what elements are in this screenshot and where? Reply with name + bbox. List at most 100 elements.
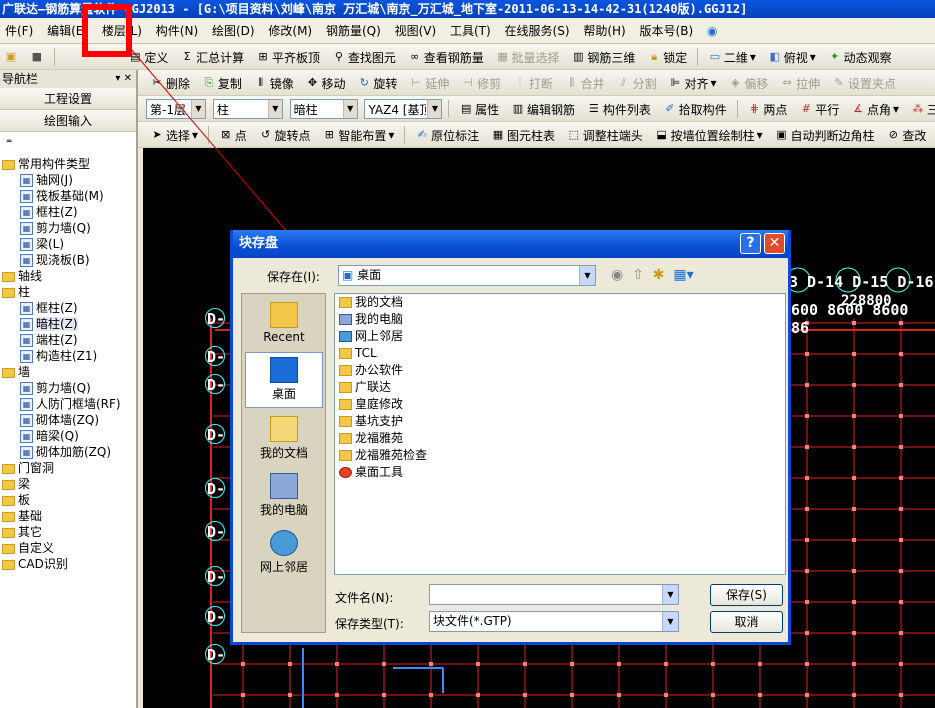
smart-layout-dropdown[interactable]: ⊞ 智能布置 ▾ (318, 123, 398, 147)
properties-button[interactable]: ▤ 属性 (455, 97, 503, 121)
mirror-button[interactable]: ⫴ 镜像 (250, 71, 298, 95)
new-folder-icon[interactable]: ✱ (653, 267, 665, 283)
tree-item[interactable]: ▦ 剪力墙(Q) (0, 220, 136, 236)
align-dropdown[interactable]: ⊫ 对齐 ▾ (664, 71, 720, 95)
adjust-column-end-button[interactable]: ⬚ 调整柱端头 (563, 123, 647, 147)
batch-select-button[interactable]: ▦ 批量选择 (492, 45, 564, 69)
draw-by-wall-button[interactable]: ⬓ 按墙位置绘制柱 ▾ (651, 123, 767, 147)
extend-button[interactable]: ⊢ 延伸 (405, 71, 453, 95)
menu-online[interactable]: 在线服务(S) (500, 18, 575, 43)
menu-modify[interactable]: 修改(M) (263, 18, 317, 43)
merge-button[interactable]: ⫼ 合并 (561, 71, 609, 95)
project-settings-button[interactable]: 工程设置 (0, 88, 136, 110)
view-rebar-button[interactable]: ∞ 查看钢筋量 (404, 45, 488, 69)
open-folder-button[interactable]: ▣ (0, 45, 22, 69)
menu-version[interactable]: 版本号(B) (635, 18, 699, 43)
menu-view[interactable]: 视图(V) (390, 18, 442, 43)
pin-icon[interactable]: ▾ (115, 73, 120, 84)
tree-item[interactable]: 板 (0, 492, 136, 508)
file-item[interactable]: 我的文档 (335, 294, 785, 311)
tree-item[interactable]: 基础 (0, 508, 136, 524)
tree-item[interactable]: 梁 (0, 476, 136, 492)
tree-item[interactable]: 柱 (0, 284, 136, 300)
auto-corner-column-button[interactable]: ▣ 自动判断边角柱 (771, 123, 879, 147)
close-button[interactable]: ✕ (764, 233, 785, 254)
select-dropdown[interactable]: ➤ 选择 ▾ (146, 123, 202, 147)
back-icon[interactable]: ◉ (611, 267, 623, 283)
tree-item[interactable]: ▦ 暗柱(Z) (0, 316, 136, 332)
stretch-button[interactable]: ⇔ 拉伸 (776, 71, 824, 95)
copy-button[interactable]: ⎘ 复制 (198, 71, 246, 95)
dynamic-observe-button[interactable]: ✦ 动态观察 (824, 45, 896, 69)
parallel-button[interactable]: # 平行 (795, 97, 843, 121)
place-network[interactable]: 网上邻居 (245, 526, 323, 582)
tree-item[interactable]: ▦ 梁(L) (0, 236, 136, 252)
save-toolbar-button[interactable]: ■ (26, 45, 48, 69)
menu-help[interactable]: 帮助(H) (578, 18, 630, 43)
filetype-select[interactable]: 块文件(*.GTP) ▼ (429, 611, 679, 632)
rotate-button[interactable]: ↻ 旋转 (353, 71, 401, 95)
drawing-input-button[interactable]: 绘图输入 (0, 110, 136, 132)
menu-rebar-quantity[interactable]: 钢筋量(Q) (321, 18, 386, 43)
in-place-annotation-button[interactable]: ✍ 原位标注 (411, 123, 483, 147)
tree-item[interactable]: ▦ 端柱(Z) (0, 332, 136, 348)
close-icon[interactable]: ✕ (124, 73, 132, 84)
tree-item[interactable]: CAD识别 (0, 556, 136, 572)
menu-component[interactable]: 构件(N) (151, 18, 203, 43)
find-element-button[interactable]: ⚲ 查找图元 (328, 45, 400, 69)
column-table-button[interactable]: ▦ 图元柱表 (487, 123, 559, 147)
tree-item[interactable]: ▦ 暗梁(Q) (0, 428, 136, 444)
tree-item[interactable]: 其它 (0, 524, 136, 540)
offset-button[interactable]: ◈ 偏移 (724, 71, 772, 95)
set-grip-button[interactable]: ✎ 设置夹点 (828, 71, 900, 95)
tree-item[interactable]: 自定义 (0, 540, 136, 556)
collapse-icon[interactable]: ⁼ (6, 136, 12, 150)
place-desktop[interactable]: 桌面 (245, 352, 323, 408)
tree-item[interactable]: 门窗洞 (0, 460, 136, 476)
point-button[interactable]: ⊠ 点 (215, 123, 251, 147)
floor-select[interactable]: 第-1层 ▼ (146, 99, 206, 119)
tree-item[interactable]: ▦ 框柱(Z) (0, 300, 136, 316)
file-item[interactable]: 皇庭修改 (335, 396, 785, 413)
tree-item[interactable]: 轴线 (0, 268, 136, 284)
place-recent[interactable]: Recent (245, 298, 323, 354)
flush-slab-top-button[interactable]: ⊞ 平齐板顶 (252, 45, 324, 69)
tree-item[interactable]: ▦ 剪力墙(Q) (0, 380, 136, 396)
subtype-select[interactable]: 暗柱 ▼ (289, 99, 358, 119)
file-item[interactable]: 网上邻居 (335, 328, 785, 345)
file-item[interactable]: TCL (335, 345, 785, 362)
help-globe-icon[interactable]: ◉ (702, 18, 722, 43)
move-button[interactable]: ✥ 移动 (302, 71, 350, 95)
save-in-dropdown[interactable]: ▣ 桌面 ▼ (338, 265, 596, 286)
up-folder-icon[interactable]: ⇧ (632, 267, 644, 283)
view-menu-icon[interactable]: ▦▾ (673, 267, 693, 283)
break-button[interactable]: ⫶ 打断 (509, 71, 557, 95)
component-select[interactable]: YAZ4 [基顶 ▼ (364, 99, 443, 119)
menu-file[interactable]: 件(F) (0, 18, 38, 43)
tree-item[interactable]: ▦ 现浇板(B) (0, 252, 136, 268)
two-point-button[interactable]: ⋕ 两点 (743, 97, 791, 121)
menu-draw[interactable]: 绘图(D) (207, 18, 260, 43)
rebar-3d-button[interactable]: ▥ 钢筋三维 (567, 45, 639, 69)
file-item[interactable]: 龙福雅苑 (335, 430, 785, 447)
pick-component-button[interactable]: ✐ 拾取构件 (659, 97, 731, 121)
type-select[interactable]: 柱 ▼ (212, 99, 283, 119)
place-my-documents[interactable]: 我的文档 (245, 412, 323, 468)
menu-tools[interactable]: 工具(T) (445, 18, 496, 43)
tree-item[interactable]: 常用构件类型 (0, 156, 136, 172)
file-item[interactable]: 广联达 (335, 379, 785, 396)
tree-item[interactable]: ▦ 砌体墙(ZQ) (0, 412, 136, 428)
top-view-dropdown[interactable]: ◧ 俯视 ▾ (764, 45, 820, 69)
file-item[interactable]: 龙福雅苑检查 (335, 447, 785, 464)
cancel-button[interactable]: 取消 (710, 611, 783, 633)
point-angle-dropdown[interactable]: ∡ 点角 ▾ (847, 97, 903, 121)
tree-item[interactable]: ▦ 构造柱(Z1) (0, 348, 136, 364)
trim-button[interactable]: ⊣ 修剪 (457, 71, 505, 95)
split-button[interactable]: ⫽ 分割 (613, 71, 661, 95)
file-item[interactable]: 办公软件 (335, 362, 785, 379)
lock-button[interactable]: 🔒︎ 锁定 (643, 45, 691, 69)
rotate-point-button[interactable]: ↺ 旋转点 (255, 123, 315, 147)
save-button[interactable]: 保存(S) (710, 584, 783, 606)
delete-button[interactable]: ✂ 删除 (146, 71, 194, 95)
summary-calc-button[interactable]: Σ 汇总计算 (176, 45, 248, 69)
